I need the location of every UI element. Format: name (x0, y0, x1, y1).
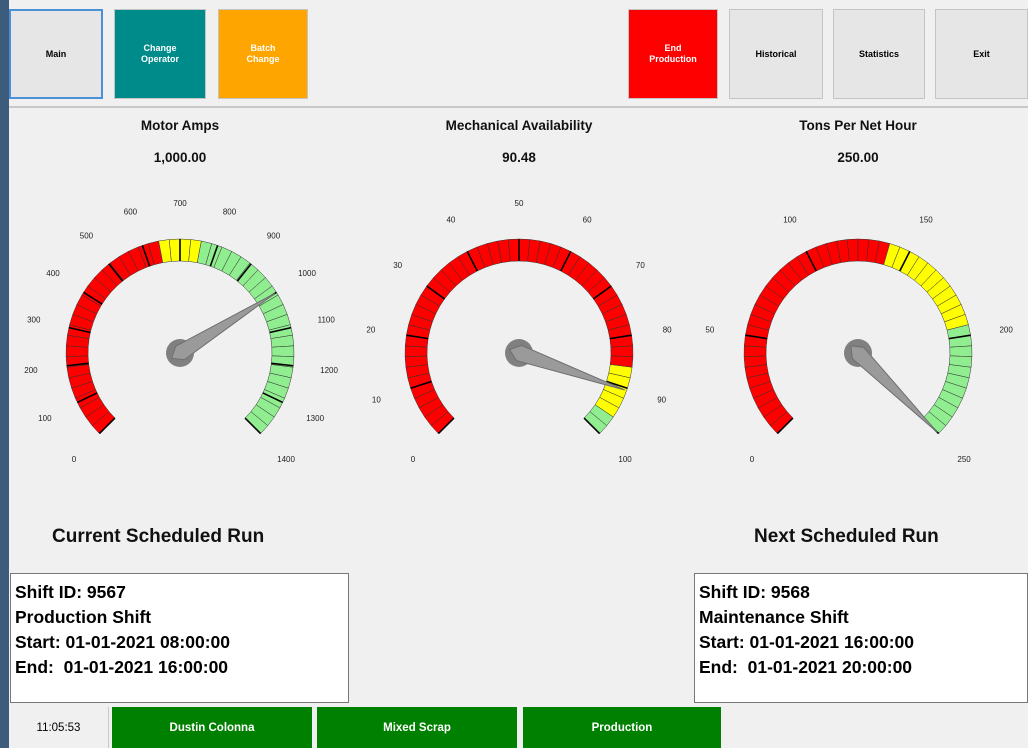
shift-type: Maintenance Shift (699, 607, 849, 627)
status-bar: 11:05:53 Dustin Colonna Mixed Scrap Prod… (9, 707, 1028, 748)
tick-label: 0 (411, 455, 416, 464)
tick-label: 400 (46, 269, 60, 278)
material-status: Mixed Scrap (317, 707, 517, 748)
scale-segment (610, 345, 634, 357)
tick-label: 100 (783, 215, 797, 224)
shift-id: Shift ID: 9568 (699, 582, 810, 602)
tick-label: 90 (657, 395, 666, 404)
shift-id: Shift ID: 9567 (15, 582, 126, 602)
tick-label: 20 (366, 326, 375, 335)
mode-status: Production (523, 707, 721, 748)
tick-label: 100 (618, 455, 632, 464)
gauge-needle (850, 345, 938, 433)
tick-label: 1400 (277, 455, 295, 464)
tick-label: 200 (999, 326, 1013, 335)
shift-end: End: 01-01-2021 16:00:00 (15, 657, 229, 677)
gauge-needle (170, 292, 276, 361)
tons-per-net-hour-gauge: Tons Per Net Hour 250.00 0 50 100 150 200 250 (688, 110, 1028, 490)
tick-label: 1100 (318, 316, 336, 325)
tick-label: 1000 (298, 269, 316, 278)
tick-label: 80 (663, 326, 672, 335)
change-operator-button[interactable]: Change Operator (114, 9, 206, 99)
current-run-heading: Current Scheduled Run (52, 526, 265, 547)
exit-button[interactable]: Exit (935, 9, 1028, 99)
tick-label: 300 (27, 316, 41, 325)
shift-start: Start: 01-01-2021 16:00:00 (699, 632, 914, 652)
tick-label: 30 (393, 261, 402, 270)
gauge-dial: 0 10 20 30 40 50 60 70 80 90 100 (366, 199, 672, 464)
historical-button[interactable]: Historical (729, 9, 823, 99)
scale-segment (949, 345, 973, 357)
scale-segment (271, 345, 295, 357)
tick-label: 0 (750, 455, 755, 464)
current-run-panel: Shift ID: 9567 Production Shift Start: 0… (10, 573, 349, 703)
tick-label: 10 (372, 395, 381, 404)
tick-label: 50 (705, 326, 714, 335)
scale-segment (846, 238, 859, 262)
tick-label: 1300 (306, 414, 324, 423)
toolbar: Main Change Operator Batch Change End Pr… (9, 0, 1028, 108)
tick-label: 700 (173, 199, 187, 208)
main-button[interactable]: Main (9, 9, 103, 99)
gauge-needle (508, 344, 625, 391)
shift-start: Start: 01-01-2021 08:00:00 (15, 632, 230, 652)
tick-label: 900 (267, 232, 281, 241)
clock-display: 11:05:53 (9, 707, 109, 748)
scale-segment (507, 238, 520, 262)
tick-label: 60 (583, 215, 592, 224)
tick-label: 200 (24, 366, 38, 375)
next-run-heading: Next Scheduled Run (754, 526, 939, 547)
next-run-panel: Shift ID: 9568 Maintenance Shift Start: … (694, 573, 1028, 703)
tick-label: 70 (636, 261, 645, 270)
end-production-button[interactable]: End Production (628, 9, 718, 99)
tick-label: 1200 (320, 366, 338, 375)
app-window: Main Change Operator Batch Change End Pr… (9, 0, 1028, 748)
tick-label: 100 (38, 414, 52, 423)
shift-end: End: 01-01-2021 20:00:00 (699, 657, 913, 677)
batch-change-button[interactable]: Batch Change (218, 9, 308, 99)
statistics-button[interactable]: Statistics (833, 9, 925, 99)
tick-label: 0 (72, 455, 77, 464)
operator-status: Dustin Colonna (112, 707, 312, 748)
scale-segment (65, 345, 89, 357)
tick-label: 40 (446, 215, 455, 224)
tick-label: 50 (515, 199, 524, 208)
tick-label: 150 (919, 215, 933, 224)
tick-label: 800 (223, 207, 237, 216)
gauge-dial: 0 50 100 150 200 250 (705, 215, 1013, 464)
shift-type: Production Shift (15, 607, 152, 627)
tick-label: 250 (957, 455, 971, 464)
tick-label: 600 (124, 207, 138, 216)
motor-amps-gauge: Motor Amps 1,000.00 0 100 200 300 400 500 600 7… (10, 110, 350, 490)
scale-segment (404, 345, 428, 357)
mechanical-availability-gauge: Mechanical Availability 90.48 0 10 20 30 40 5… (349, 110, 689, 490)
scale-segment (168, 238, 181, 262)
scale-segment (743, 345, 767, 357)
tick-label: 500 (80, 232, 94, 241)
gauge-dial: 0 100 200 300 400 500 600 700 800 900 1000 1100 1200… (24, 199, 338, 464)
